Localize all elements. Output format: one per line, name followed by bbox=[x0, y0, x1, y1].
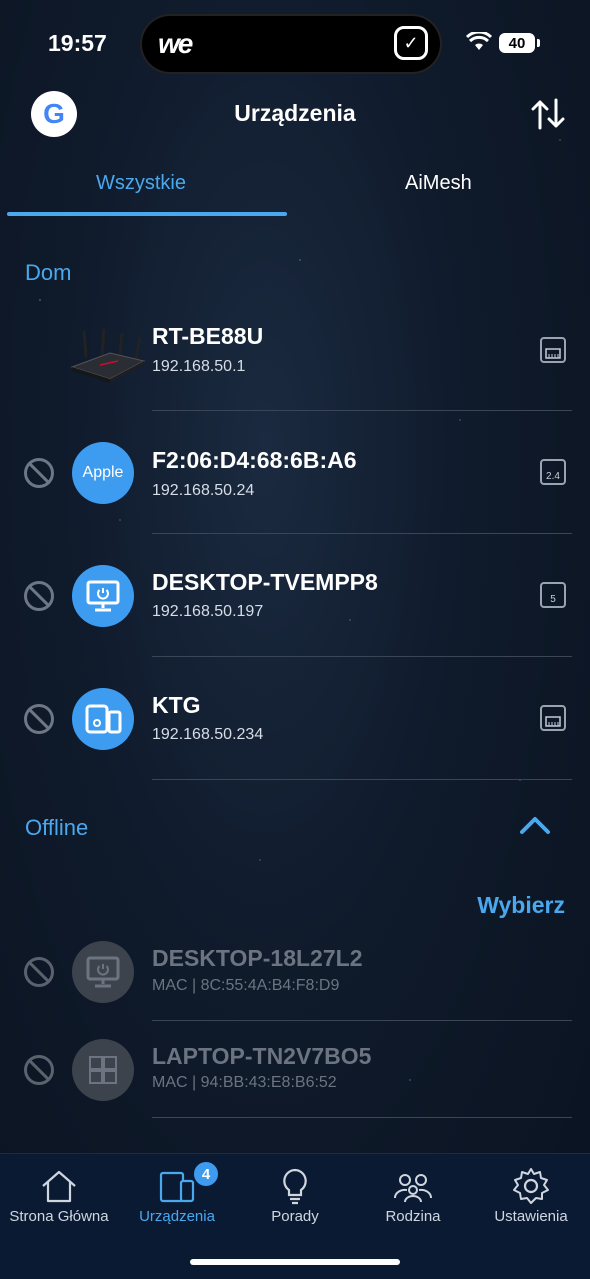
device-ip: 192.168.50.197 bbox=[152, 603, 264, 620]
block-icon[interactable] bbox=[24, 1055, 54, 1085]
status-bar: 19:57 we ✓ 40 bbox=[0, 0, 590, 86]
lightbulb-icon bbox=[283, 1168, 307, 1205]
wifi-5-icon: 5 bbox=[540, 582, 566, 608]
dynamic-island: we ✓ bbox=[142, 16, 440, 72]
device-name: F2:06:D4:68:6B:A6 bbox=[152, 447, 357, 473]
ethernet-icon bbox=[540, 705, 566, 731]
devices-count-badge: 4 bbox=[192, 1160, 220, 1188]
offline-device-row[interactable]: DESKTOP-18L27L2 MAC | 8C:55:4A:B4:F8:D9 bbox=[0, 912, 590, 1035]
nav-label: Strona Główna bbox=[9, 1208, 109, 1225]
desktop-avatar bbox=[72, 565, 134, 627]
nav-item-settings[interactable]: Ustawienia bbox=[472, 1154, 590, 1254]
status-time: 19:57 bbox=[48, 30, 107, 56]
row-divider bbox=[152, 1117, 572, 1118]
desktop-icon bbox=[86, 956, 120, 988]
windows-avatar bbox=[72, 1039, 134, 1101]
desktop-icon bbox=[86, 580, 120, 612]
nav-label: Porady bbox=[271, 1208, 319, 1225]
home-indicator bbox=[190, 1259, 400, 1265]
devices-icon bbox=[159, 1171, 195, 1203]
windows-icon bbox=[89, 1056, 117, 1084]
wifi-2.4-icon: 2.4 bbox=[540, 459, 566, 485]
device-ip: 192.168.50.24 bbox=[152, 482, 255, 499]
block-icon[interactable] bbox=[24, 957, 54, 987]
device-mac: MAC | 8C:55:4A:B4:F8:D9 bbox=[152, 977, 340, 994]
nav-item-home[interactable]: Strona Główna bbox=[0, 1154, 118, 1254]
block-icon[interactable] bbox=[24, 704, 54, 734]
block-icon[interactable] bbox=[24, 458, 54, 488]
device-mac: MAC | 94:BB:43:E8:B6:52 bbox=[152, 1074, 337, 1091]
router-image bbox=[70, 328, 146, 383]
nav-label: Rodzina bbox=[385, 1208, 441, 1225]
nav-item-tips[interactable]: Porady bbox=[236, 1154, 354, 1254]
battery-tip bbox=[537, 39, 540, 47]
apple-avatar: Apple bbox=[72, 442, 134, 504]
device-row[interactable]: DESKTOP-TVEMPP8 192.168.50.197 5 bbox=[0, 534, 590, 657]
device-name: LAPTOP-TN2V7BO5 bbox=[152, 1043, 372, 1069]
battery-indicator: 40 bbox=[499, 33, 535, 53]
device-row[interactable]: Apple F2:06:D4:68:6B:A6 192.168.50.24 2.… bbox=[0, 411, 590, 534]
devices-icon bbox=[85, 704, 122, 734]
nav-item-family[interactable]: Rodzina bbox=[354, 1154, 472, 1254]
chevron-up-icon[interactable] bbox=[519, 812, 551, 836]
device-name: RT-BE88U bbox=[152, 323, 264, 349]
nav-label: Ustawienia bbox=[494, 1208, 568, 1225]
row-divider bbox=[152, 779, 572, 780]
device-ip: 192.168.50.234 bbox=[152, 726, 264, 743]
nav-item-devices[interactable]: 4 Urządzenia bbox=[118, 1154, 236, 1254]
wifi-icon bbox=[466, 32, 492, 50]
page-title: Urządzenia bbox=[234, 100, 356, 126]
section-title-home: Dom bbox=[25, 260, 72, 285]
block-icon[interactable] bbox=[24, 581, 54, 611]
device-row[interactable]: RT-BE88U 192.168.50.1 bbox=[0, 289, 590, 412]
wetransfer-logo-icon: we bbox=[158, 28, 193, 59]
home-icon bbox=[42, 1170, 76, 1203]
family-icon bbox=[393, 1174, 433, 1203]
desktop-avatar bbox=[72, 941, 134, 1003]
device-name: KTG bbox=[152, 692, 201, 718]
ethernet-icon bbox=[540, 337, 566, 363]
offline-device-row[interactable]: LAPTOP-TN2V7BO5 MAC | 94:BB:43:E8:B6:52 bbox=[0, 1021, 590, 1144]
device-name: DESKTOP-18L27L2 bbox=[152, 945, 363, 971]
gear-icon bbox=[513, 1168, 549, 1204]
nav-label: Urządzenia bbox=[139, 1208, 215, 1225]
tab-all[interactable]: Wszystkie bbox=[96, 172, 186, 195]
device-name: DESKTOP-TVEMPP8 bbox=[152, 569, 378, 595]
device-ip: 192.168.50.1 bbox=[152, 358, 246, 375]
sort-icon[interactable] bbox=[530, 98, 566, 130]
check-icon: ✓ bbox=[394, 26, 428, 60]
devices-avatar bbox=[72, 688, 134, 750]
tab-aimesh[interactable]: AiMesh bbox=[405, 172, 472, 195]
tab-active-indicator bbox=[7, 212, 287, 216]
device-row[interactable]: KTG 192.168.50.234 bbox=[0, 657, 590, 780]
section-title-offline: Offline bbox=[25, 815, 89, 840]
